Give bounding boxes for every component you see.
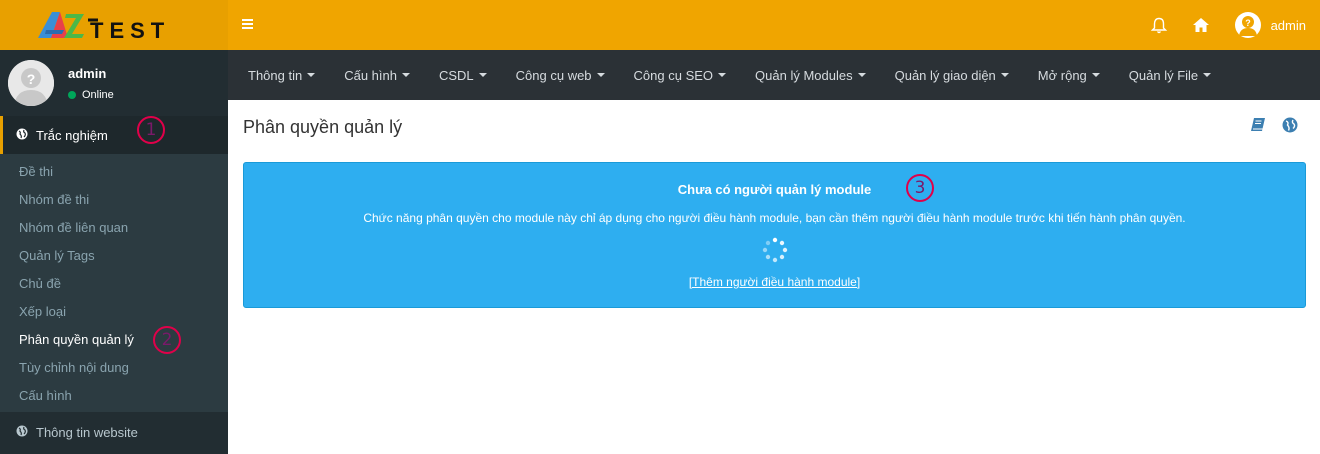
sidebar-item-xep-loai[interactable]: Xếp loại <box>0 298 228 326</box>
notice-text: Chức năng phân quyền cho module này chỉ … <box>363 211 1186 225</box>
sidebar: TEST ? admin Online Trắc nghiệm 1 Đề thi… <box>0 0 228 454</box>
az-test-logo: TEST <box>38 12 170 42</box>
nav-cau-hinh[interactable]: Cấu hình <box>344 68 410 83</box>
caret-down-icon <box>1091 73 1100 77</box>
caret-down-icon <box>1000 73 1009 77</box>
nav-cong-cu-seo[interactable]: Công cụ SEO <box>634 68 727 83</box>
top-user-name[interactable]: admin <box>1271 18 1306 33</box>
sidebar-item-cau-hinh[interactable]: Cấu hình <box>0 382 228 410</box>
caret-down-icon <box>478 73 487 77</box>
nav-label: Thông tin <box>248 67 303 83</box>
sidebar-item-phan-quyen-quan-ly[interactable]: Phân quyền quản lý 2 <box>0 326 228 354</box>
avatar[interactable]: ? <box>1234 12 1261 38</box>
sidebar-item-nhom-de-lien-quan[interactable]: Nhóm đề liên quan <box>0 214 228 242</box>
sidebar-item-nhom-de-thi[interactable]: Nhóm đề thi <box>0 186 228 214</box>
sidebar-item-de-thi[interactable]: Đề thi <box>0 158 228 186</box>
sidebar-item-quan-ly-tags[interactable]: Quản lý Tags <box>0 242 228 270</box>
nav-thong-tin[interactable]: Thông tin <box>248 67 316 83</box>
avatar: ? <box>8 60 54 106</box>
nav-mo-rong[interactable]: Mở rộng <box>1038 68 1100 83</box>
caret-down-icon <box>718 73 727 77</box>
sidebar-item-label: Phân quyền quản lý <box>19 332 134 347</box>
nav-label: Công cụ SEO <box>633 67 714 83</box>
caret-down-icon <box>401 73 410 77</box>
main-nav: Thông tin Cấu hình CSDL Công cụ web Công… <box>228 50 1320 100</box>
globe-icon <box>16 128 28 143</box>
nav-label: Công cụ web <box>515 67 592 83</box>
caret-down-icon <box>1203 73 1212 77</box>
main-content: Phân quyền quản lý Chưa có người quản lý… <box>228 100 1320 454</box>
sidebar-item-chu-de[interactable]: Chủ đề <box>0 270 228 298</box>
nav-quan-ly-modules[interactable]: Quản lý Modules <box>755 68 866 83</box>
bell-icon[interactable] <box>1150 17 1167 34</box>
sidebar-section-thong-tin-website[interactable]: Thông tin website <box>0 412 228 452</box>
user-panel: ? admin Online <box>0 50 228 116</box>
nav-label: Quản lý File <box>1128 67 1199 83</box>
hamburger-icon[interactable] <box>242 16 253 34</box>
annotation-badge-1: 1 <box>137 116 165 144</box>
globe-icon <box>16 425 28 440</box>
sidebar-section-trac-nghiem[interactable]: Trắc nghiệm 1 <box>0 116 228 154</box>
loading-spinner-icon <box>762 237 788 263</box>
sidebar-section-label: Trắc nghiệm <box>36 127 108 143</box>
annotation-badge-2: 2 <box>153 326 181 354</box>
nav-csdl[interactable]: CSDL <box>439 68 487 83</box>
title-actions <box>1234 117 1298 133</box>
user-name: admin <box>68 65 107 81</box>
home-icon[interactable] <box>1192 18 1209 32</box>
nav-label: Quản lý Modules <box>755 67 853 83</box>
sidebar-item-tuy-chinh-noi-dung[interactable]: Tùy chỉnh nội dung <box>0 354 228 382</box>
sidebar-section-label: Thông tin website <box>36 424 138 440</box>
svg-text:?: ? <box>27 71 36 87</box>
nav-label: CSDL <box>438 67 474 83</box>
nav-quan-ly-file[interactable]: Quản lý File <box>1128 67 1212 83</box>
user-status: Online <box>68 89 114 101</box>
caret-down-icon <box>596 73 605 77</box>
notice-box: Chưa có người quản lý module Chức năng p… <box>243 162 1306 308</box>
globe-icon[interactable] <box>1282 117 1298 133</box>
caret-down-icon <box>857 73 866 77</box>
sidebar-submenu: Đề thi Nhóm đề thi Nhóm đề liên quan Quả… <box>0 154 228 412</box>
svg-text:?: ? <box>1245 18 1251 28</box>
nav-label: Mở rộng <box>1037 67 1087 83</box>
nav-quan-ly-giao-dien[interactable]: Quản lý giao diện <box>895 68 1009 83</box>
online-dot-icon <box>68 90 76 99</box>
book-icon[interactable] <box>1250 117 1266 133</box>
user-status-label: Online <box>82 88 114 101</box>
caret-down-icon <box>307 73 316 77</box>
nav-label: Cấu hình <box>344 67 397 83</box>
logo[interactable]: TEST <box>0 0 228 50</box>
nav-cong-cu-web[interactable]: Công cụ web <box>516 68 605 83</box>
page-title: Phân quyền quản lý <box>243 117 403 137</box>
notice-title: Chưa có người quản lý module <box>677 182 872 197</box>
add-module-admin-link[interactable]: [Thêm người điều hành module] <box>244 275 1305 289</box>
nav-label: Quản lý giao diện <box>894 67 996 83</box>
annotation-badge-3: 3 <box>906 174 934 202</box>
top-header: ? admin <box>228 0 1320 50</box>
logo-text: TEST <box>90 18 170 42</box>
